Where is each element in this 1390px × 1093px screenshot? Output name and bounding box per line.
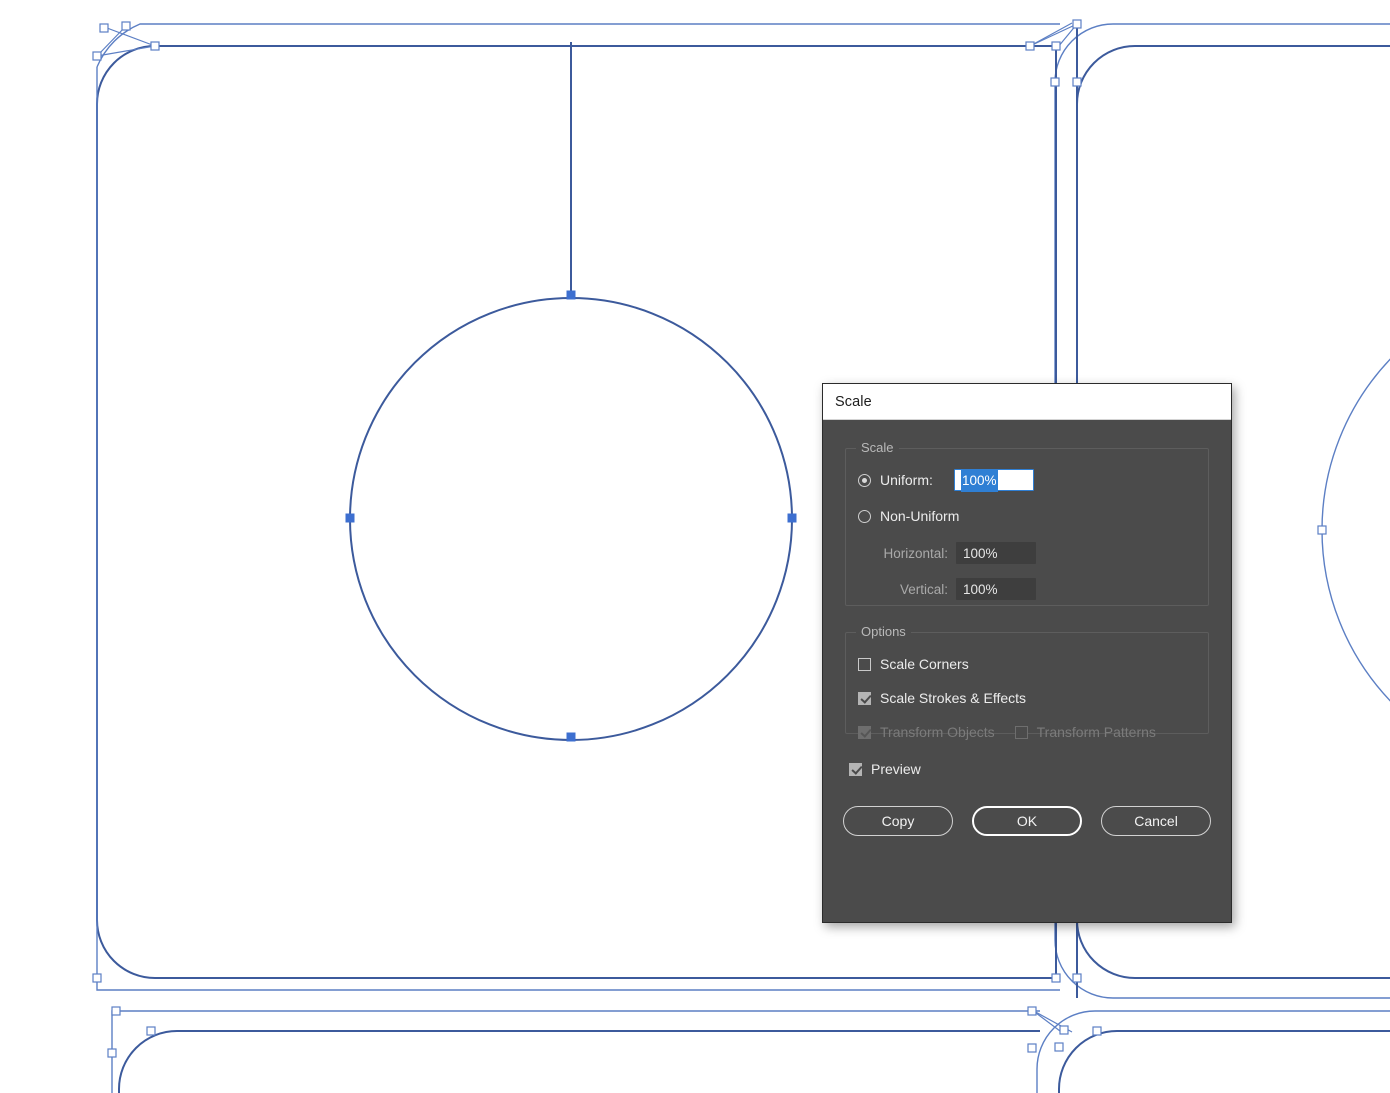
anchor-br-curve	[1054, 1042, 1064, 1052]
anchor-tl-outer-top	[92, 51, 102, 61]
uniform-row[interactable]: Uniform: 100%	[858, 467, 1196, 493]
preview-row[interactable]: Preview	[849, 758, 1211, 780]
copy-button[interactable]: Copy	[843, 806, 953, 836]
vertical-input[interactable]: 100%	[956, 578, 1036, 600]
anchor-bl-corner	[111, 1006, 121, 1016]
uniform-input[interactable]: 100%	[954, 469, 1034, 492]
anchor-topcenter-a	[1025, 41, 1035, 51]
anchor-circle-top	[566, 290, 576, 300]
anchor-bc-d	[1059, 1025, 1069, 1035]
scale-corners-row[interactable]: Scale Corners	[858, 651, 1196, 677]
horizontal-input[interactable]: 100%	[956, 542, 1036, 564]
anchor-bc-a	[1051, 973, 1061, 983]
anchor-topright-outer	[1072, 77, 1082, 87]
illustrator-window: .pth { fill:none; stroke:#3c5a9c; stroke…	[0, 0, 1390, 1093]
bezier-handle-tl-b	[106, 27, 156, 47]
anchor-br-corner	[1092, 1026, 1102, 1036]
anchor-circle-right-left	[1317, 525, 1327, 535]
transform-objects-checkbox	[858, 725, 871, 739]
preview-label: Preview	[871, 761, 921, 777]
dialog-body: Scale Uniform: 100% Non-Uniform Horizont…	[823, 420, 1231, 922]
anchor-circle-right	[787, 513, 797, 523]
horizontal-input-value: 100%	[963, 546, 998, 561]
anchor-topright-inner	[1050, 77, 1060, 87]
dialog-titlebar[interactable]: Scale	[823, 384, 1231, 420]
shape-circle-main	[349, 297, 793, 741]
path-rounded-rect-bottomleft-inner	[111, 1010, 1040, 1093]
vertical-row: Vertical: 100%	[858, 577, 1196, 601]
dialog-title: Scale	[835, 393, 872, 410]
anchor-topcenter-b	[1051, 41, 1061, 51]
transform-objects-label: Transform Objects	[880, 724, 995, 740]
preview-checkbox[interactable]	[849, 762, 862, 776]
shape-circle-right	[1321, 358, 1390, 702]
path-rounded-rect-bottomleft	[118, 1030, 1040, 1093]
bezier-handle-top-x-c	[1029, 22, 1073, 47]
dialog-button-bar: Copy OK Cancel	[843, 806, 1211, 836]
anchor-bl-corner2	[146, 1026, 156, 1036]
scale-corners-checkbox[interactable]	[858, 657, 871, 671]
scale-strokes-effects-label: Scale Strokes & Effects	[880, 690, 1027, 706]
options-group-legend: Options	[856, 624, 911, 640]
anchor-circle-left	[345, 513, 355, 523]
anchor-bc-b	[1072, 973, 1082, 983]
scale-strokes-row[interactable]: Scale Strokes & Effects	[858, 685, 1196, 711]
scale-group: Scale Uniform: 100% Non-Uniform Horizont…	[845, 440, 1209, 606]
cancel-button[interactable]: Cancel	[1101, 806, 1211, 836]
non-uniform-label: Non-Uniform	[880, 508, 960, 524]
anchor-topcenter-c	[1072, 19, 1082, 29]
path-rounded-rect-bottomright	[1058, 1030, 1390, 1093]
transform-patterns-checkbox	[1014, 725, 1028, 739]
anchor-circle-bottom	[566, 732, 576, 742]
scale-dialog: Scale Scale Uniform: 100% Non-Uniform Ho…	[822, 383, 1232, 923]
scale-strokes-effects-checkbox[interactable]	[858, 691, 871, 705]
anchor-bl-outer	[92, 973, 102, 983]
scale-corners-label: Scale Corners	[880, 656, 969, 672]
anchor-bc-e	[1027, 1043, 1037, 1053]
anchor-tl-handle-b	[121, 21, 131, 31]
options-group: Options Scale Corners Scale Strokes & Ef…	[845, 624, 1209, 740]
vertical-label: Vertical:	[899, 581, 948, 597]
anchor-tl-corner	[150, 41, 160, 51]
uniform-input-value: 100%	[961, 470, 998, 492]
transform-row: Transform Objects Transform Patterns	[858, 719, 1196, 745]
anchor-bc-c	[1027, 1006, 1037, 1016]
non-uniform-row[interactable]: Non-Uniform	[858, 503, 1196, 529]
vertical-input-value: 100%	[963, 582, 998, 597]
horizontal-row: Horizontal: 100%	[858, 541, 1196, 565]
anchor-tl-handle-a	[99, 23, 109, 33]
uniform-label: Uniform:	[880, 472, 933, 488]
ok-button[interactable]: OK	[971, 806, 1083, 836]
uniform-radio[interactable]	[858, 473, 871, 487]
anchor-bl-curve	[107, 1048, 117, 1058]
horizontal-label: Horizontal:	[883, 545, 948, 561]
scale-group-legend: Scale	[856, 440, 899, 456]
transform-patterns-label: Transform Patterns	[1036, 724, 1156, 740]
path-rounded-rect-bottomright-inner	[1036, 1010, 1390, 1093]
non-uniform-radio[interactable]	[858, 509, 871, 523]
